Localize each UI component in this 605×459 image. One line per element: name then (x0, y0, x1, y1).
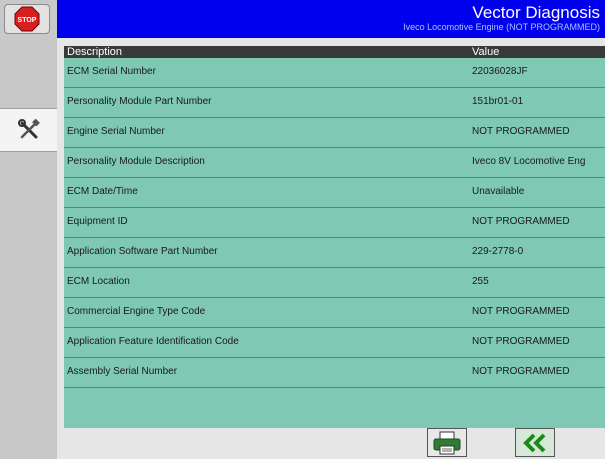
table-header: Description Value (64, 46, 605, 58)
row-value: NOT PROGRAMMED (472, 336, 570, 347)
print-button[interactable] (427, 428, 467, 457)
back-button[interactable] (515, 428, 555, 457)
stop-label: STOP (18, 17, 37, 24)
table-row[interactable]: ECM Serial Number 22036028JF (64, 58, 605, 88)
row-description: Personality Module Part Number (67, 96, 212, 107)
sidebar: STOP (0, 0, 57, 459)
ecm-info-table: Description Value ECM Serial Number 22036… (64, 46, 605, 428)
row-description: Application Feature Identification Code (67, 336, 239, 347)
table-row[interactable]: Personality Module Description Iveco 8V L… (64, 148, 605, 178)
header-bar: Vector Diagnosis Iveco Locomotive Engine… (57, 0, 605, 38)
row-value: 255 (472, 276, 489, 287)
row-description: Engine Serial Number (67, 126, 165, 137)
table-row[interactable]: ECM Location 255 (64, 268, 605, 298)
row-description: Assembly Serial Number (67, 366, 178, 377)
table-row[interactable]: Engine Serial Number NOT PROGRAMMED (64, 118, 605, 148)
row-description: Equipment ID (67, 216, 128, 227)
row-value: 229-2778-0 (472, 246, 524, 257)
tools-button[interactable] (0, 108, 57, 152)
main-panel: Description Value ECM Serial Number 22036… (57, 38, 605, 459)
app-title: Vector Diagnosis (472, 3, 600, 22)
tools-icon (17, 119, 40, 139)
row-value: 22036028JF (472, 66, 528, 77)
row-description: Application Software Part Number (67, 246, 218, 257)
engine-subtitle: Iveco Locomotive Engine (NOT PROGRAMMED) (403, 22, 600, 32)
row-description: ECM Serial Number (67, 66, 156, 77)
table-row[interactable]: Commercial Engine Type Code NOT PROGRAMME… (64, 298, 605, 328)
column-header-description: Description (67, 46, 123, 58)
stop-sign-icon: STOP (14, 6, 40, 32)
row-value: Unavailable (472, 186, 525, 197)
table-row[interactable]: ECM Date/Time Unavailable (64, 178, 605, 208)
row-description: Personality Module Description (67, 156, 205, 167)
printer-icon (433, 431, 461, 454)
table-row[interactable]: Assembly Serial Number NOT PROGRAMMED (64, 358, 605, 388)
table-row[interactable]: Personality Module Part Number 151br01-01 (64, 88, 605, 118)
stop-button[interactable]: STOP (4, 4, 50, 34)
row-description: Commercial Engine Type Code (67, 306, 206, 317)
row-value: NOT PROGRAMMED (472, 306, 570, 317)
row-value: Iveco 8V Locomotive Eng (472, 156, 586, 167)
row-value: NOT PROGRAMMED (472, 366, 570, 377)
column-header-value: Value (472, 46, 500, 58)
row-value: NOT PROGRAMMED (472, 126, 570, 137)
table-row[interactable]: Equipment ID NOT PROGRAMMED (64, 208, 605, 238)
table-row[interactable]: Application Feature Identification Code N… (64, 328, 605, 358)
row-value: NOT PROGRAMMED (472, 216, 570, 227)
double-chevron-left-icon (523, 433, 546, 452)
row-value: 151br01-01 (472, 96, 524, 107)
table-row[interactable]: Application Software Part Number 229-2778… (64, 238, 605, 268)
row-description: ECM Date/Time (67, 186, 138, 197)
row-description: ECM Location (67, 276, 130, 287)
